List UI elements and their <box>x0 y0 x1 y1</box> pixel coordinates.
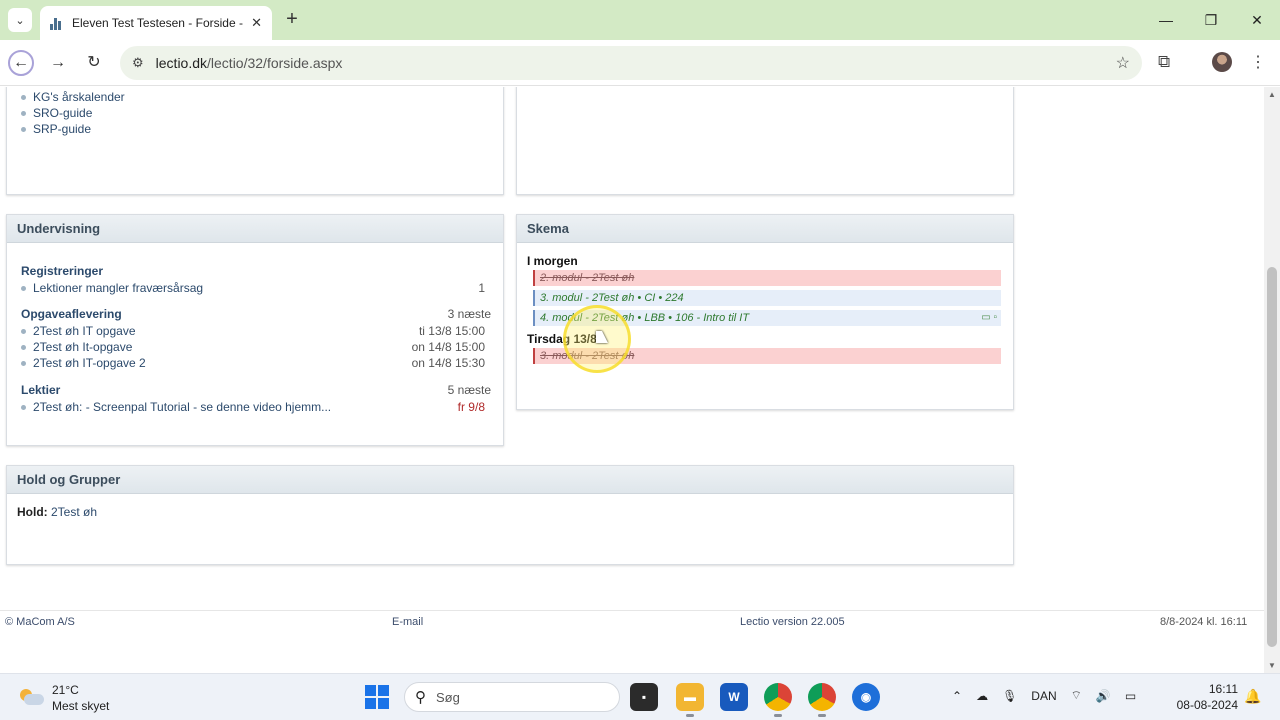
partly-cloudy-icon <box>18 689 44 707</box>
page-scrollbar[interactable]: ▲ ▼ <box>1264 87 1280 673</box>
cloud-sync-icon[interactable]: ☁ <box>976 689 988 703</box>
language-indicator[interactable]: DAN <box>1031 689 1056 703</box>
minimize-window-button[interactable]: — <box>1152 8 1180 32</box>
list-item[interactable]: 2Test øh IT-opgave 2 on 14/8 15:30 <box>7 355 503 371</box>
tab-search-button[interactable]: ⌄ <box>8 8 32 32</box>
footer-time: 8/8-2024 kl. 16:11 <box>1160 616 1248 628</box>
mouse-pointer-icon <box>596 331 608 343</box>
browser-toolbar: ← → ↻ ⚙ lectio.dk/lectio/32/forside.aspx… <box>0 40 1280 86</box>
system-tray: ⌃ ☁ 🎙 DAN ⌔ 🔊 ▭ <box>952 688 1136 703</box>
opgaveaflevering-title[interactable]: Opgaveaflevering 3 næste <box>7 305 503 323</box>
footer-email-link[interactable]: E-mail <box>392 616 423 628</box>
chrome-icon[interactable] <box>764 683 792 717</box>
forward-button[interactable]: → <box>45 50 71 76</box>
links-island: KG's årskalender SRO-guide SRP-guide <box>6 87 504 195</box>
battery-icon[interactable]: ▭ <box>1125 689 1136 703</box>
address-bar[interactable]: ⚙ lectio.dk/lectio/32/forside.aspx ☆ <box>120 46 1142 80</box>
close-tab-icon[interactable]: ✕ <box>251 15 262 31</box>
word-icon[interactable]: W <box>720 683 748 711</box>
list-item[interactable]: 2Test øh: - Screenpal Tutorial - se denn… <box>7 399 503 415</box>
browser-tab[interactable]: Eleven Test Testesen - Forside - ✕ <box>40 6 272 40</box>
restore-window-button[interactable]: ❐ <box>1197 8 1225 32</box>
scroll-thumb[interactable] <box>1267 267 1277 647</box>
address-url: lectio.dk/lectio/32/forside.aspx <box>155 55 343 71</box>
windows-taskbar: 21°C Mest skyet ⚲ Søg ▪ ▬ W ◉ ⌃ ☁ 🎙 DAN ⌔… <box>0 673 1280 720</box>
lesson-cancelled[interactable]: 2. modul - 2Test øh <box>533 270 1001 286</box>
link-kg-arskalender[interactable]: KG's årskalender <box>21 89 503 105</box>
note-comment-icon: ▭ ▫ <box>981 312 997 323</box>
hold-link[interactable]: 2Test øh <box>51 505 97 519</box>
taskbar-search[interactable]: ⚲ Søg <box>404 682 620 712</box>
notification-bell-icon[interactable]: 🔔 <box>1244 688 1261 705</box>
link-sro-guide[interactable]: SRO-guide <box>21 105 503 121</box>
new-tab-button[interactable]: + <box>282 8 302 32</box>
hold-island: Hold og Grupper Hold: 2Test øh <box>6 465 1014 565</box>
browser-tab-bar: ⌄ Eleven Test Testesen - Forside - ✕ + —… <box>0 0 1280 40</box>
tab-title: Eleven Test Testesen - Forside - <box>72 16 243 30</box>
link-srp-guide[interactable]: SRP-guide <box>21 121 503 137</box>
page-content: KG's årskalender SRO-guide SRP-guide Und… <box>0 87 1264 673</box>
lektier-title[interactable]: Lektier 5 næste <box>7 381 503 399</box>
scroll-down-icon[interactable]: ▼ <box>1268 661 1276 670</box>
windows-start-icon[interactable] <box>365 685 389 709</box>
browser-menu-icon[interactable]: ⋮ <box>1250 52 1266 72</box>
back-button[interactable]: ← <box>8 50 34 76</box>
registreringer-title[interactable]: Registreringer <box>7 262 503 280</box>
day-heading-tomorrow: I morgen <box>527 254 578 268</box>
skema-header: Skema <box>517 215 1013 243</box>
profile-avatar[interactable] <box>1212 52 1232 72</box>
search-icon: ⚲ <box>415 689 426 706</box>
close-window-button[interactable]: ✕ <box>1243 8 1271 32</box>
reload-button[interactable]: ↻ <box>81 50 107 76</box>
undervisning-island: Undervisning Registreringer Lektioner ma… <box>6 214 504 446</box>
taskbar-clock[interactable]: 16:11 08-08-2024 <box>1168 681 1238 713</box>
list-item[interactable]: 2Test øh It-opgave on 14/8 15:00 <box>7 339 503 355</box>
extensions-puzzle-icon[interactable]: ⧉ <box>1158 52 1170 72</box>
chrome-profile-icon[interactable] <box>808 683 836 717</box>
lectio-favicon-icon <box>50 16 64 30</box>
site-info-icon[interactable]: ⚙ <box>132 55 144 71</box>
task-view-icon[interactable]: ▪ <box>630 683 658 711</box>
list-item[interactable]: Lektioner mangler fraværsårsag 1 <box>7 280 503 296</box>
file-explorer-icon[interactable]: ▬ <box>676 683 704 717</box>
weather-widget[interactable]: 21°C Mest skyet <box>18 682 109 714</box>
hold-label: Hold: <box>17 505 48 519</box>
page-footer: © MaCom A/S E-mail Lectio version 22.005… <box>0 610 1264 630</box>
bookmark-star-icon[interactable]: ☆ <box>1116 53 1130 73</box>
footer-version[interactable]: Lectio version 22.005 <box>740 616 845 628</box>
chevron-up-icon[interactable]: ⌃ <box>952 689 962 703</box>
undervisning-header: Undervisning <box>7 215 503 243</box>
list-item[interactable]: 2Test øh IT opgave ti 13/8 15:00 <box>7 323 503 339</box>
empty-island <box>516 87 1014 195</box>
scroll-up-icon[interactable]: ▲ <box>1268 90 1276 99</box>
volume-icon[interactable]: 🔊 <box>1096 689 1111 703</box>
microphone-icon[interactable]: 🎙 <box>1002 689 1017 703</box>
lesson-changed[interactable]: 3. modul - 2Test øh • CI • 224 <box>533 290 1001 306</box>
hold-header: Hold og Grupper <box>7 466 1013 494</box>
screenpal-icon[interactable]: ◉ <box>852 683 880 711</box>
wifi-icon[interactable]: ⌔ <box>1071 688 1082 703</box>
footer-copyright: © MaCom A/S <box>5 616 75 628</box>
